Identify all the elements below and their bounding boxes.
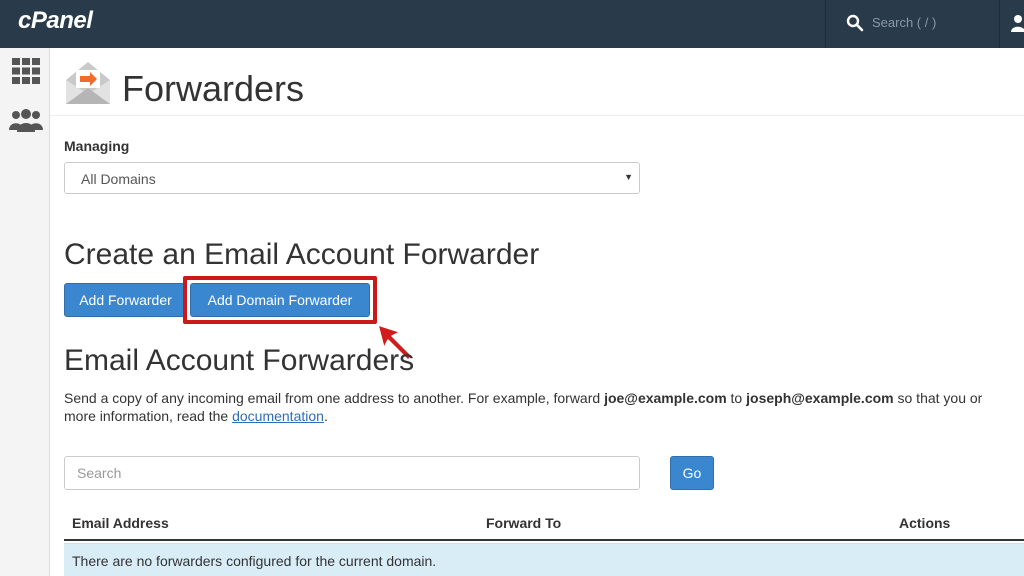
- description-text: .: [323, 408, 328, 424]
- description-text: to: [726, 390, 747, 406]
- cpanel-logo[interactable]: cPanel: [18, 7, 93, 35]
- column-header-forward-to[interactable]: Forward To: [486, 515, 561, 531]
- forwarders-search-input[interactable]: [64, 456, 640, 490]
- column-header-email-address[interactable]: Email Address: [72, 515, 169, 531]
- forwarders-description: Send a copy of any incoming email from o…: [64, 389, 1024, 425]
- go-button[interactable]: Go: [670, 456, 714, 490]
- create-forwarder-heading: Create an Email Account Forwarder: [64, 238, 540, 271]
- table-row: There are no forwarders configured for t…: [64, 543, 1024, 576]
- user-icon[interactable]: [1010, 14, 1024, 32]
- caret-down-icon: ▼: [624, 172, 633, 182]
- documentation-link[interactable]: documentation: [232, 408, 324, 424]
- users-icon[interactable]: [9, 108, 43, 132]
- add-domain-forwarder-button[interactable]: Add Domain Forwarder: [190, 283, 370, 317]
- email-forward-icon: [66, 62, 110, 104]
- example-to-address: joseph@example.com: [746, 390, 894, 406]
- home-grid-icon[interactable]: [12, 58, 40, 84]
- email-forwarders-heading: Email Account Forwarders: [64, 344, 415, 377]
- column-header-actions: Actions: [899, 515, 951, 531]
- forwarders-table-header: Email Address Forward To Actions: [64, 505, 1024, 541]
- managing-label: Managing: [64, 138, 130, 154]
- search-icon: [846, 14, 864, 32]
- top-bar: cPanel Search ( / ): [0, 0, 1024, 48]
- description-text: Send a copy of any incoming email from o…: [64, 390, 605, 406]
- domain-select-value: All Domains: [81, 171, 156, 187]
- empty-table-message: There are no forwarders configured for t…: [72, 553, 437, 569]
- global-search[interactable]: Search ( / ): [825, 0, 1000, 48]
- description-text: so that you or: [893, 390, 983, 406]
- page-header: Forwarders: [50, 48, 1024, 116]
- sidebar: [0, 48, 50, 576]
- description-text: more information, read the: [64, 408, 233, 424]
- global-search-placeholder: Search ( / ): [872, 15, 937, 30]
- add-forwarder-button[interactable]: Add Forwarder: [64, 283, 187, 317]
- domain-select[interactable]: All Domains ▼: [64, 162, 640, 194]
- page-title: Forwarders: [122, 68, 305, 109]
- example-from-address: joe@example.com: [604, 390, 727, 406]
